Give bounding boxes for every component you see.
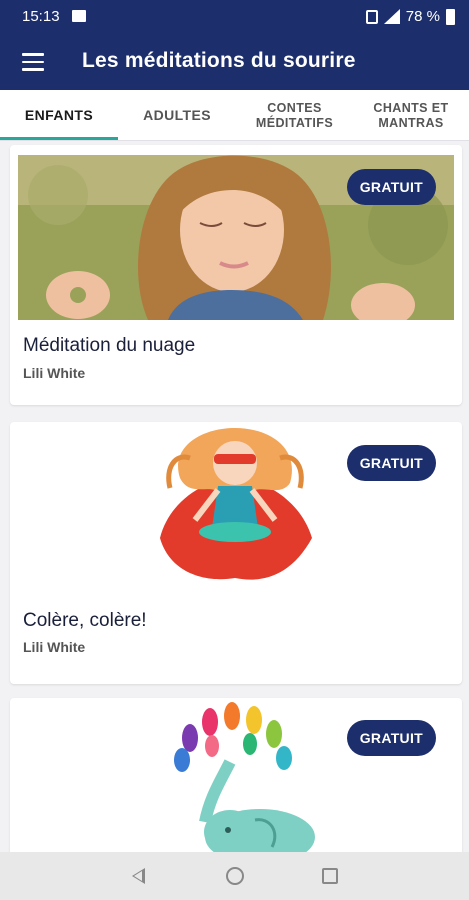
card-title: Colère, colère! [23, 610, 147, 631]
meditation-card[interactable]: GRATUIT [10, 698, 462, 858]
tab-chants-et-mantras[interactable]: CHANTS ET MANTRAS [353, 90, 469, 141]
back-icon[interactable] [132, 868, 145, 884]
menu-icon[interactable] [22, 53, 44, 71]
app-bar: Les méditations du sourire [0, 33, 469, 90]
status-bar: 15:13 78 % [0, 0, 469, 33]
meditation-card[interactable]: GRATUIT Méditation du nuage Lili White [10, 145, 462, 405]
gallery-notification-icon [72, 10, 86, 22]
system-nav-bar [0, 852, 469, 900]
signal-icon [383, 9, 400, 24]
tab-adultes[interactable]: ADULTES [118, 90, 236, 141]
card-title: Méditation du nuage [23, 335, 196, 356]
elephant-color-splash-illustration [150, 702, 320, 858]
free-badge: GRATUIT [346, 169, 436, 205]
battery-icon [446, 8, 455, 25]
active-tab-indicator [0, 137, 118, 140]
home-icon[interactable] [226, 867, 244, 885]
vibrate-icon [365, 9, 378, 24]
tab-contes-meditatifs[interactable]: CONTES MÉDITATIFS [236, 90, 353, 141]
card-author: Lili White [23, 639, 86, 655]
battery-percent: 78 % [405, 8, 440, 25]
category-tabs: ENFANTS ADULTES CONTES MÉDITATIFS CHANTS… [0, 90, 469, 141]
status-time: 15:13 [22, 8, 60, 25]
superhero-girl-meditating-illustration [130, 428, 340, 588]
card-author: Lili White [23, 365, 86, 381]
recent-apps-icon[interactable] [322, 868, 338, 884]
app-title: Les méditations du sourire [82, 49, 356, 72]
free-badge: GRATUIT [346, 445, 436, 481]
tab-enfants[interactable]: ENFANTS [0, 90, 118, 141]
meditation-card[interactable]: GRATUIT Colère, colère! Lili White [10, 422, 462, 684]
free-badge: GRATUIT [346, 720, 436, 756]
